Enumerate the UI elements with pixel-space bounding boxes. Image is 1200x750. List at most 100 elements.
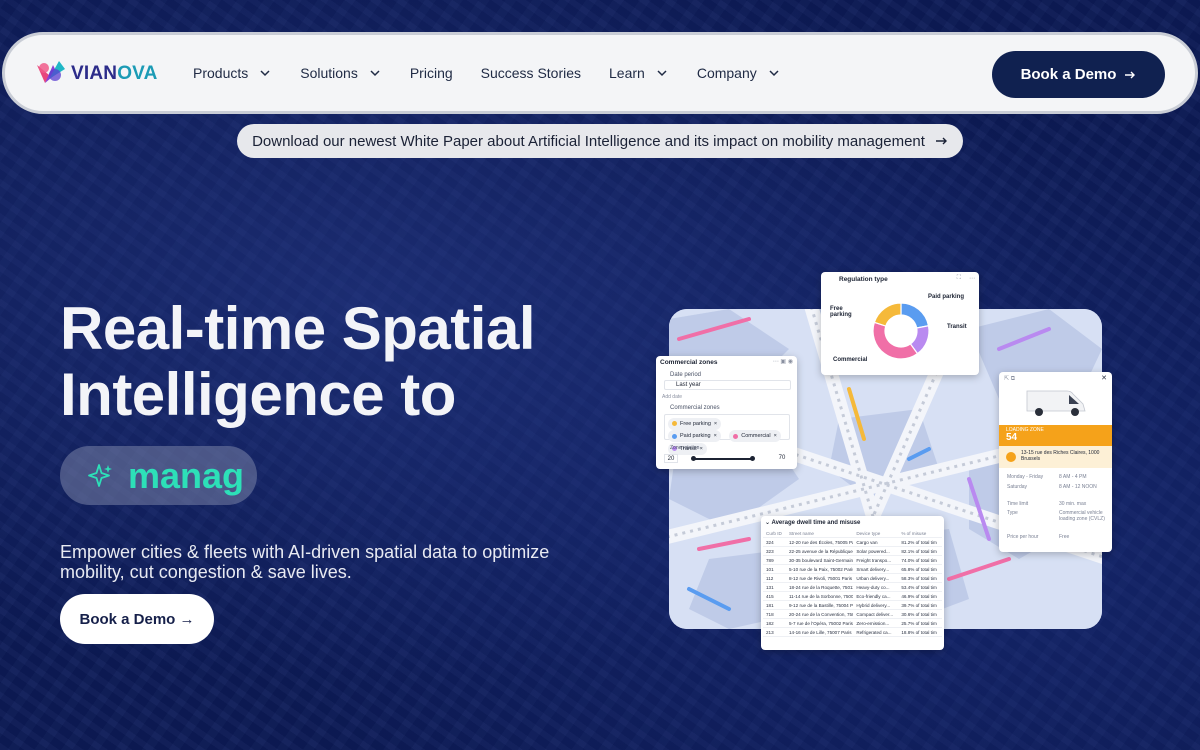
table-cell: 12-20 rue des Écoles, 75005 Paris bbox=[785, 537, 854, 547]
add-date-link[interactable]: Add date bbox=[662, 394, 682, 400]
white-paper-banner[interactable]: Download our newest White Paper about Ar… bbox=[237, 124, 963, 158]
chip-free-parking[interactable]: Free parking × bbox=[668, 417, 722, 430]
chip-paid-parking[interactable]: Paid parking × bbox=[668, 430, 721, 442]
range-max-value[interactable]: 70 bbox=[773, 454, 791, 463]
nav-item-label: Pricing bbox=[409, 65, 453, 81]
table-cell: Compact deliver... bbox=[853, 609, 899, 619]
delivery-van-image bbox=[1026, 390, 1086, 416]
nav-item-label: Solutions bbox=[300, 65, 358, 81]
table-header-row: Curb ID Street name Device type % of mis… bbox=[763, 529, 942, 538]
table-cell: 8-12 rue de Rivoli, 75001 Paris bbox=[785, 573, 854, 583]
table-row[interactable]: 13118-24 rue de la Roquette, 75011 Paris… bbox=[763, 582, 942, 592]
table-row[interactable]: 112 8-12 rue de Rivoli, 75001 Paris Urban … bbox=[763, 573, 942, 583]
slider-handle-min[interactable] bbox=[691, 456, 696, 461]
typing-word-pill: manag bbox=[60, 446, 257, 505]
dwell-time-card: ⌄ Average dwell time and misuse Curb ID … bbox=[761, 516, 944, 650]
zone-rotation-label: Zone rotation bbox=[670, 445, 700, 451]
chevron-down-icon[interactable]: ⌄ bbox=[765, 520, 770, 526]
table-cell: 5-10 rue de la Paix, 75002 Paris bbox=[785, 564, 854, 574]
table-cell: Freight transpo... bbox=[853, 555, 899, 565]
logo-icon bbox=[35, 59, 67, 89]
table-row[interactable]: 213 14-16 rue de Lille, 75007 Paris Refrig… bbox=[763, 627, 942, 637]
table-cell: 14-16 rue de Lille, 75007 Paris bbox=[785, 627, 854, 637]
zones-label: Commercial zones bbox=[670, 405, 720, 411]
table-cell: 82.1% of total tim bbox=[898, 546, 942, 556]
table-row[interactable]: 41511-14 rue de la Sorbonne, 75005 Paris… bbox=[763, 591, 942, 601]
logo-wordmark: VIANOVA bbox=[71, 63, 158, 84]
table-cell: 30-35 boulevard Saint-Germain, 75006 Par… bbox=[785, 555, 854, 565]
chip-commercial[interactable]: Commercial × bbox=[729, 430, 781, 442]
regulation-type-card: Regulation type ⛶ ⋯ Paid parking Free pa… bbox=[821, 272, 979, 375]
nav-item-pricing[interactable]: Pricing bbox=[410, 65, 453, 81]
more-icon[interactable]: ⋯ bbox=[969, 275, 975, 282]
column-header[interactable]: Street name bbox=[785, 529, 854, 538]
table-row[interactable]: 182 5-7 rue de l'Opéra, 75002 Paris Zero-e… bbox=[763, 618, 942, 628]
vianova-logo[interactable]: VIANOVA bbox=[35, 59, 158, 89]
address-text: 13-15 rue des Riches Claires, 1000 Bruss… bbox=[1021, 450, 1100, 462]
nav-item-learn[interactable]: Learn bbox=[609, 65, 669, 81]
label-transit: Transit bbox=[947, 324, 967, 330]
hours-time: 8 AM - 4 PM bbox=[1059, 474, 1087, 480]
address-row: 13-15 rue des Riches Claires, 1000 Bruss… bbox=[999, 446, 1112, 468]
column-header[interactable]: % of misuse bbox=[898, 529, 942, 538]
table-cell: 101 bbox=[763, 564, 786, 574]
table-row[interactable]: 1819-12 rue de la Bastille, 75004 ParisH… bbox=[763, 600, 942, 610]
date-period-select[interactable]: Last year bbox=[664, 380, 791, 390]
column-header[interactable]: Device type bbox=[853, 529, 899, 538]
table-row[interactable]: 78930-35 boulevard Saint-Germain, 75006 … bbox=[763, 555, 942, 565]
table-cell: 39.7% of total tim bbox=[898, 600, 942, 610]
table-cell: 58.3% of total tim bbox=[898, 573, 942, 583]
table-row[interactable]: 71820-24 rue de la Convention, 75015 Par… bbox=[763, 609, 942, 619]
table-cell: Urban delivery... bbox=[853, 573, 899, 583]
table-cell: Solar powered... bbox=[853, 546, 899, 556]
table-row[interactable]: 324 12-20 rue des Écoles, 75005 Paris Carg… bbox=[763, 537, 942, 547]
expand-icon[interactable]: ⛶ bbox=[957, 275, 961, 282]
nav-item-products[interactable]: Products bbox=[193, 65, 272, 81]
hours-time: 8 AM - 12 NOON bbox=[1059, 484, 1097, 490]
book-demo-hero-button[interactable]: Book a Demo → bbox=[60, 594, 214, 644]
donut-slice-0 bbox=[900, 302, 930, 329]
table-row[interactable]: 32322-25 avenue de la République, 75011 … bbox=[763, 546, 942, 556]
table-cell: Cargo van bbox=[853, 537, 899, 547]
price-value: Free bbox=[1059, 534, 1070, 540]
table-cell: Heavy-duty co... bbox=[853, 582, 899, 592]
table-cell: 81.2% of total tim bbox=[898, 537, 942, 547]
close-icon[interactable]: ✕ bbox=[1101, 374, 1107, 382]
nav-item-company[interactable]: Company bbox=[697, 65, 781, 81]
more-icon[interactable]: ⋯ ▣ ◉ bbox=[773, 358, 793, 365]
table-cell: Zero-emission... bbox=[853, 618, 899, 628]
label-commercial: Commercial bbox=[833, 357, 868, 363]
time-limit-value: 30 min. max bbox=[1059, 501, 1087, 507]
nav-item-success-stories[interactable]: Success Stories bbox=[481, 65, 581, 81]
table-row[interactable]: 101 5-10 rue de la Paix, 75002 Paris Smart… bbox=[763, 564, 942, 574]
book-demo-nav-button[interactable]: Book a Demo bbox=[992, 51, 1165, 98]
chevron-down-icon bbox=[769, 70, 779, 77]
table-cell: 323 bbox=[763, 546, 786, 556]
card-title: Commercial zones bbox=[660, 359, 718, 366]
zones-chip-group: Free parking × Paid parking × Commercial × … bbox=[664, 414, 790, 455]
table-cell: 18-24 rue de la Roquette, 75011 Paris bbox=[785, 582, 854, 592]
column-header[interactable]: Curb ID bbox=[763, 529, 786, 538]
table-cell: 18.8% of total tim bbox=[898, 627, 942, 637]
range-min-value[interactable]: 20 bbox=[664, 454, 678, 463]
table-cell: 415 bbox=[763, 591, 786, 601]
share-icons[interactable]: ⇱ ⧉ bbox=[1004, 375, 1015, 383]
chip-label: Commercial bbox=[741, 433, 771, 439]
slider-handle-max[interactable] bbox=[750, 456, 755, 461]
table-cell: Hybrid delivery... bbox=[853, 600, 899, 610]
nav-item-solutions[interactable]: Solutions bbox=[300, 65, 382, 81]
zone-number: 54 bbox=[1006, 432, 1018, 443]
type-value: Commercial vehicle loading zone (CVLZ) bbox=[1059, 510, 1105, 522]
hero-headline: Real-time Spatial Intelligence to bbox=[60, 296, 620, 428]
commercial-zones-card: Commercial zones ⋯ ▣ ◉ Date period Last … bbox=[656, 356, 797, 469]
date-period-value: Last year bbox=[676, 382, 701, 388]
table-cell: 74.0% of total tim bbox=[898, 555, 942, 565]
table-cell: 324 bbox=[763, 537, 786, 547]
chevron-down-icon bbox=[657, 70, 667, 77]
zone-rotation-slider[interactable] bbox=[693, 458, 753, 460]
headline-line-1: Real-time Spatial bbox=[60, 295, 536, 362]
table-cell: 25.7% of total tim bbox=[898, 618, 942, 628]
table-cell: Refrigerated ca... bbox=[853, 627, 899, 637]
location-pin-icon bbox=[1006, 452, 1016, 462]
hours-day: Monday - Friday bbox=[1007, 474, 1044, 480]
